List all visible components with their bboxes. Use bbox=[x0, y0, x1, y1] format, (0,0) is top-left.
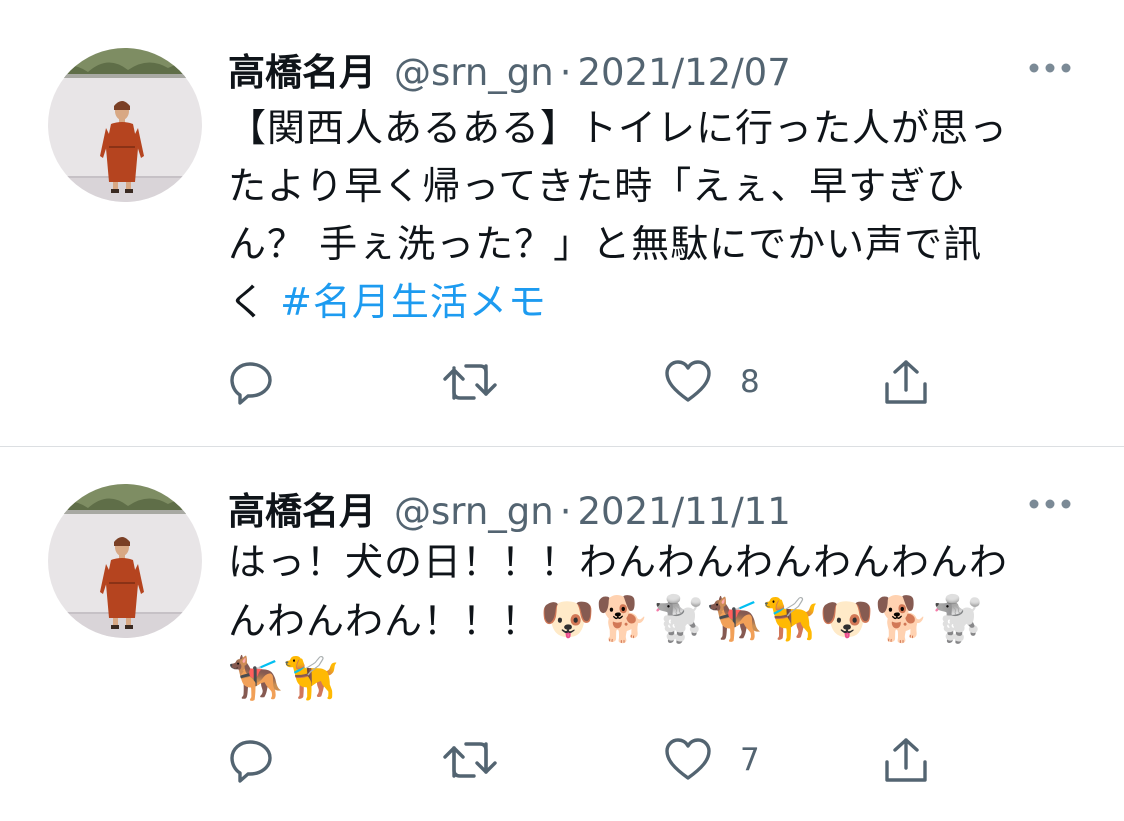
like-button[interactable]: 7 bbox=[664, 730, 760, 790]
more-icon[interactable] bbox=[1028, 494, 1072, 514]
user-handle[interactable]: @srn_gn bbox=[394, 490, 554, 533]
reply-icon bbox=[230, 740, 272, 783]
more-icon[interactable] bbox=[1028, 58, 1072, 78]
user-handle[interactable]: @srn_gn bbox=[394, 51, 554, 94]
tweet-text-fragment: んわんわん！！！ bbox=[228, 599, 541, 643]
separator-dot: · bbox=[559, 51, 572, 94]
share-button[interactable] bbox=[882, 352, 930, 412]
tweet-header: 高橋名月 @srn_gn · 2021/12/07 bbox=[228, 42, 791, 94]
tweet-text-line: はっ！犬の日！！！わんわんわんわんわんわ bbox=[228, 540, 1009, 584]
avatar[interactable] bbox=[48, 48, 202, 202]
display-name[interactable]: 高橋名月 bbox=[228, 42, 376, 96]
tweet-text-line: く #名月生活メモ bbox=[228, 273, 1078, 331]
tweet-text-line: んわんわん！！！🐶🐕🐩🐕‍🦺🦮🐶🐕🐩 bbox=[228, 591, 1078, 650]
retweet-button[interactable] bbox=[442, 730, 498, 790]
reply-button[interactable] bbox=[228, 730, 276, 790]
tweet-header: 高橋名月 @srn_gn · 2021/11/11 bbox=[228, 481, 791, 533]
share-button[interactable] bbox=[882, 730, 930, 790]
dog-emoji-group: 🐶🐕🐩🐕‍🦺🦮🐶🐕🐩 bbox=[540, 594, 987, 645]
tweet-divider bbox=[0, 446, 1124, 447]
avatar[interactable] bbox=[48, 484, 202, 638]
dog-emoji-group: 🐕‍🦺🦮 bbox=[228, 653, 340, 704]
tweet-text-fragment: く bbox=[228, 280, 281, 324]
heart-icon bbox=[665, 738, 711, 780]
like-button[interactable]: 8 bbox=[664, 352, 760, 412]
like-count: 7 bbox=[740, 742, 760, 778]
tweet-date[interactable]: 2021/12/07 bbox=[578, 51, 791, 94]
tweet[interactable]: 高橋名月 @srn_gn · 2021/11/11 はっ！犬の日！！！わんわんわ… bbox=[0, 448, 1124, 821]
display-name[interactable]: 高橋名月 bbox=[228, 481, 376, 535]
tweet-text-line: たより早く帰ってきた時「えぇ、早すぎひ bbox=[228, 164, 966, 208]
retweet-icon bbox=[443, 364, 497, 400]
hashtag-link[interactable]: #名月生活メモ bbox=[280, 280, 547, 324]
share-icon bbox=[885, 738, 927, 782]
action-bar: 7 bbox=[0, 730, 1124, 790]
like-count: 8 bbox=[740, 364, 760, 400]
tweet-text: 【関西人あるある】トイレに行った人が思っ たより早く帰ってきた時「えぇ、早すぎひ… bbox=[228, 99, 1078, 331]
retweet-button[interactable] bbox=[442, 352, 498, 412]
action-bar: 8 bbox=[0, 352, 1124, 412]
tweet-text-line: ん？ 手ぇ洗った？」と無駄にでかい声で訊 bbox=[228, 222, 983, 266]
retweet-icon bbox=[443, 742, 497, 778]
tweet-date[interactable]: 2021/11/11 bbox=[578, 490, 791, 533]
tweet-text: はっ！犬の日！！！わんわんわんわんわんわ んわんわん！！！🐶🐕🐩🐕‍🦺🦮🐶🐕🐩 … bbox=[228, 533, 1078, 708]
reply-button[interactable] bbox=[228, 352, 276, 412]
tweet-text-line: 【関西人あるある】トイレに行った人が思っ bbox=[228, 106, 1009, 150]
separator-dot: · bbox=[559, 490, 572, 533]
share-icon bbox=[885, 360, 927, 404]
tweet[interactable]: 高橋名月 @srn_gn · 2021/12/07 【関西人あるある】トイレに行… bbox=[0, 0, 1124, 447]
reply-icon bbox=[230, 362, 272, 405]
heart-icon bbox=[665, 360, 711, 402]
